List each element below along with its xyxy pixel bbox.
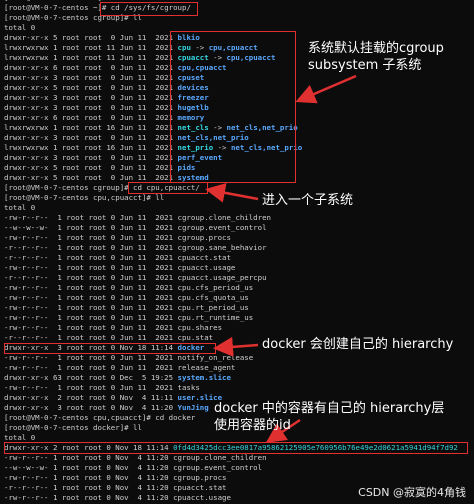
watermark: CSDN @寂寞的4角钱: [358, 486, 466, 499]
annotation-docker-hierarchy: docker 会创建自己的 hierarchy: [262, 337, 454, 352]
annotation-container-hierarchy: docker 中的容器有自己的 hierarchy层 使用容器的id: [214, 401, 445, 433]
annotation-subsystem: 系统默认挂载的cgroup subsystem 子系统: [308, 41, 444, 73]
arrow-docker-hierarchy: [213, 336, 259, 357]
arrow-enter-subsystem: [205, 182, 259, 203]
annotation-enter-subsystem: 进入一个子系统: [262, 193, 354, 208]
arrow-subsystem: [295, 74, 357, 104]
